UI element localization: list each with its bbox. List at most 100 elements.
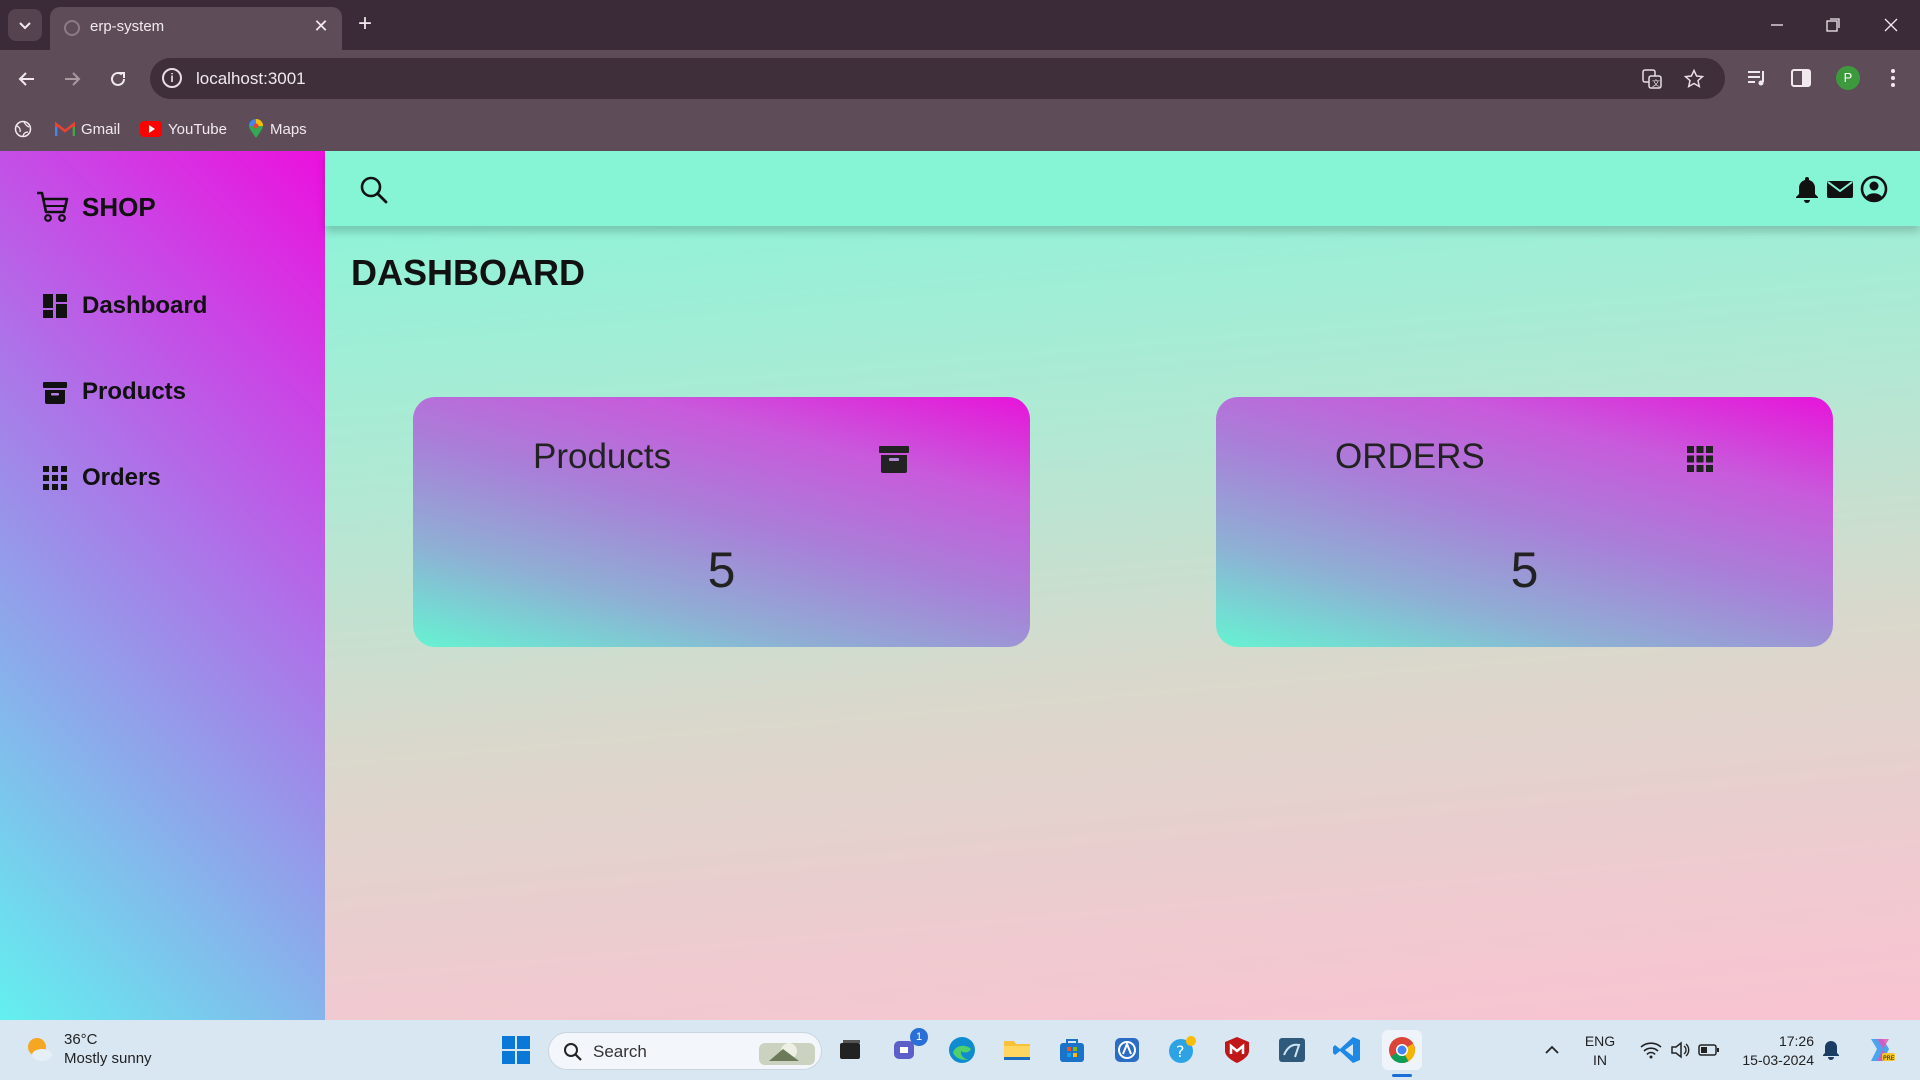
restore-button[interactable] bbox=[1820, 12, 1846, 38]
bell-icon[interactable] bbox=[1794, 175, 1820, 203]
sidebar-item-products[interactable]: Products bbox=[42, 378, 186, 406]
weather-desc: Mostly sunny bbox=[64, 1050, 152, 1067]
brand-logo[interactable]: SHOP bbox=[36, 191, 156, 223]
active-app-indicator bbox=[1392, 1074, 1412, 1077]
new-tab-button[interactable]: + bbox=[352, 12, 378, 38]
taskbar-store[interactable] bbox=[1052, 1030, 1092, 1070]
chrome-icon bbox=[1389, 1037, 1416, 1064]
products-card[interactable]: Products 5 bbox=[413, 397, 1030, 647]
taskbar-chrome[interactable] bbox=[1382, 1030, 1422, 1077]
card-value: 5 bbox=[707, 542, 736, 598]
bookmark-label: Gmail bbox=[81, 120, 121, 138]
sidebar: SHOP Dashboard Products Orders bbox=[0, 151, 325, 1020]
mail-icon[interactable] bbox=[1826, 175, 1854, 203]
translate-icon[interactable]: 文 bbox=[1641, 68, 1663, 90]
taskbar-edge[interactable] bbox=[942, 1030, 982, 1070]
taskbar-file-explorer[interactable] bbox=[997, 1030, 1037, 1070]
reload-button[interactable] bbox=[103, 64, 133, 94]
orders-card[interactable]: ORDERS 5 bbox=[1216, 397, 1833, 647]
address-bar[interactable]: i localhost:3001 文 bbox=[150, 58, 1725, 99]
wifi-icon bbox=[1640, 1042, 1662, 1059]
notification-center-button[interactable] bbox=[1816, 1030, 1846, 1070]
show-hidden-icons-button[interactable] bbox=[1532, 1030, 1572, 1070]
bookmark-youtube[interactable]: YouTube bbox=[140, 117, 227, 141]
sidebar-item-dashboard[interactable]: Dashboard bbox=[42, 292, 207, 320]
vscode-icon bbox=[1333, 1037, 1360, 1063]
close-icon bbox=[1884, 18, 1898, 32]
taskbar-task-view[interactable] bbox=[830, 1030, 870, 1070]
bookmark-label: YouTube bbox=[168, 120, 227, 138]
start-button[interactable] bbox=[496, 1030, 536, 1070]
taskbar-app-help[interactable]: ? bbox=[1162, 1030, 1202, 1070]
browser-tab-bar: erp-system ✕ + bbox=[0, 0, 1920, 50]
minimize-icon bbox=[1771, 24, 1783, 26]
clock[interactable]: 17:26 15-03-2024 bbox=[1730, 1032, 1814, 1070]
clock-time: 17:26 bbox=[1778, 1033, 1814, 1049]
windows-icon bbox=[502, 1036, 530, 1064]
copilot-button[interactable]: PRE bbox=[1860, 1030, 1900, 1070]
taskbar-search-placeholder: Search bbox=[593, 1042, 647, 1061]
grid-icon bbox=[43, 466, 67, 490]
mcafee-icon bbox=[1225, 1037, 1249, 1063]
main-content: DASHBOARD Products 5 ORDERS 5 bbox=[325, 151, 1920, 1020]
sidebar-item-label: Products bbox=[82, 378, 187, 405]
bookmark-gmail[interactable]: Gmail bbox=[55, 117, 120, 141]
card-title: ORDERS bbox=[1335, 437, 1485, 476]
reload-icon bbox=[111, 71, 125, 86]
tab-close-icon[interactable]: ✕ bbox=[310, 15, 332, 37]
volume-icon bbox=[1671, 1041, 1690, 1059]
browser-tab[interactable]: erp-system ✕ bbox=[50, 7, 342, 50]
taskbar-vscode[interactable] bbox=[1327, 1030, 1367, 1070]
back-arrow-icon bbox=[18, 72, 34, 86]
search-icon bbox=[564, 1043, 582, 1061]
close-window-button[interactable] bbox=[1878, 12, 1904, 38]
archive-icon bbox=[879, 446, 909, 473]
bookmark-maps[interactable]: Maps bbox=[248, 117, 307, 141]
sidebar-item-orders[interactable]: Orders bbox=[42, 464, 161, 492]
dashboard-icon bbox=[43, 294, 67, 318]
gmail-icon bbox=[55, 121, 75, 136]
forward-arrow-icon bbox=[65, 72, 81, 86]
database-workbench-icon bbox=[1279, 1038, 1305, 1062]
search-icon[interactable] bbox=[359, 175, 389, 205]
bookmark-label: Maps bbox=[270, 120, 307, 138]
apps-icon[interactable] bbox=[14, 117, 32, 141]
store-icon bbox=[1060, 1039, 1084, 1062]
taskbar-mysql-workbench[interactable] bbox=[1272, 1030, 1312, 1070]
quick-settings[interactable] bbox=[1630, 1030, 1730, 1070]
media-control-icon[interactable] bbox=[1744, 65, 1770, 91]
header-actions bbox=[1794, 175, 1888, 203]
edge-icon bbox=[949, 1037, 975, 1063]
teams-badge: 1 bbox=[910, 1028, 928, 1046]
tab-favicon-icon bbox=[64, 20, 80, 36]
forward-button[interactable] bbox=[57, 64, 87, 94]
url-text[interactable]: localhost:3001 bbox=[196, 69, 306, 89]
taskbar-app-shield[interactable] bbox=[1107, 1030, 1147, 1070]
maps-icon bbox=[249, 119, 263, 138]
help-app-icon: ? bbox=[1169, 1036, 1196, 1063]
clock-date: 15-03-2024 bbox=[1742, 1052, 1814, 1068]
os-taskbar: 36°C Mostly sunny Search 1 ? ENG IN 17:2… bbox=[0, 1020, 1920, 1080]
weather-widget[interactable]: 36°C Mostly sunny bbox=[24, 1030, 152, 1068]
youtube-icon bbox=[140, 121, 162, 137]
language-indicator[interactable]: ENG IN bbox=[1580, 1032, 1620, 1070]
sidebar-item-label: Dashboard bbox=[82, 292, 208, 319]
region-code: IN bbox=[1593, 1052, 1607, 1068]
browser-menu-icon[interactable] bbox=[1880, 65, 1906, 91]
restore-icon bbox=[1826, 18, 1840, 32]
tab-search-button[interactable] bbox=[8, 9, 42, 41]
svg-text:文: 文 bbox=[1652, 78, 1660, 88]
profile-avatar[interactable]: P bbox=[1836, 66, 1860, 90]
taskbar-teams[interactable]: 1 bbox=[886, 1028, 928, 1070]
user-circle-icon[interactable] bbox=[1860, 175, 1888, 203]
card-title: Products bbox=[533, 437, 672, 476]
archive-icon bbox=[43, 382, 67, 404]
back-button[interactable] bbox=[12, 64, 42, 94]
bookmark-star-icon[interactable] bbox=[1683, 68, 1705, 90]
side-panel-icon[interactable] bbox=[1788, 65, 1814, 91]
site-info-icon[interactable]: i bbox=[162, 68, 182, 88]
weather-temp: 36°C bbox=[64, 1031, 98, 1048]
taskbar-search[interactable]: Search bbox=[548, 1032, 822, 1070]
taskbar-mcafee[interactable] bbox=[1217, 1030, 1257, 1070]
minimize-button[interactable] bbox=[1764, 12, 1790, 38]
